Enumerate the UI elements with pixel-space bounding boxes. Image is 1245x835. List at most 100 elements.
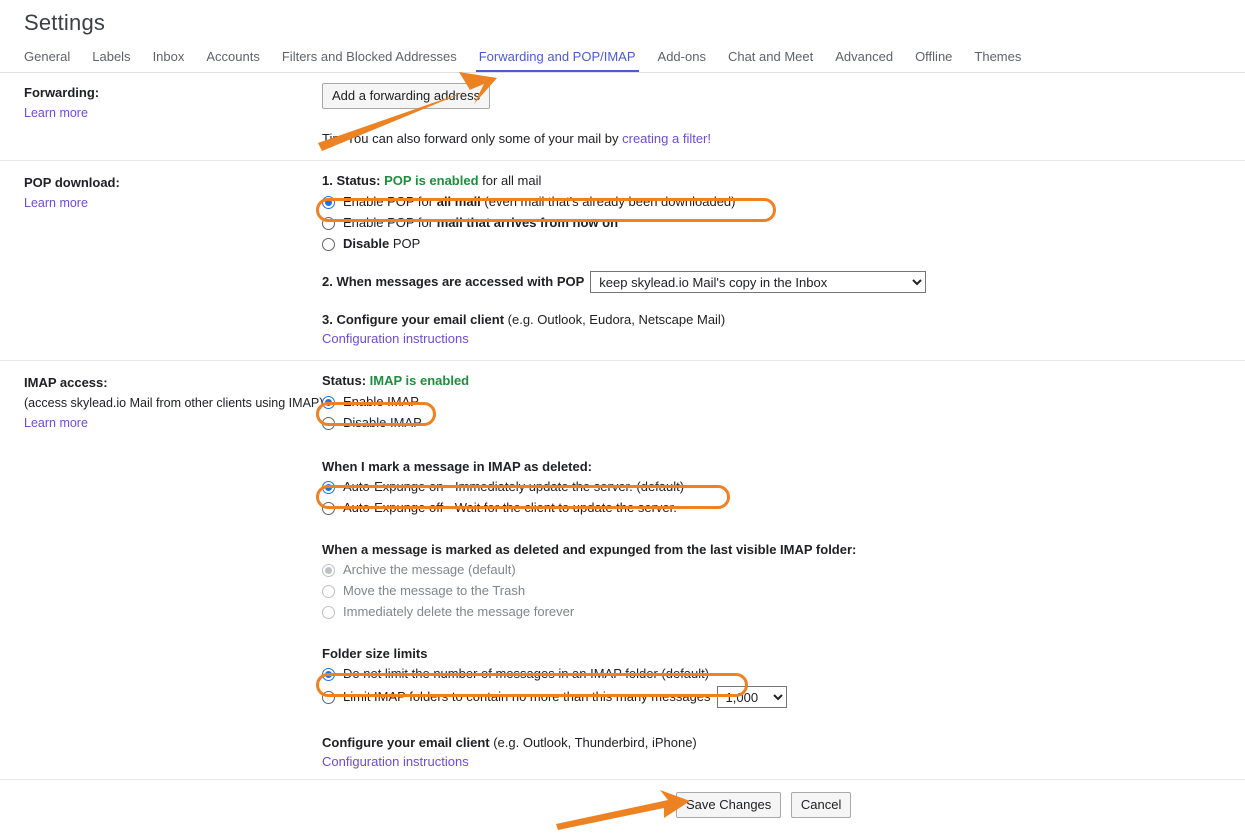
imap-configure-block: Configure your email client (e.g. Outloo… <box>322 735 1221 769</box>
imap-folder-size-heading: Folder size limits <box>322 646 1221 661</box>
imap-option-disable-radio[interactable] <box>322 417 335 430</box>
pop-configuration-instructions-link[interactable]: Configuration instructions <box>322 331 469 346</box>
imap-option-enable-radio[interactable] <box>322 396 335 409</box>
imap-status-prefix: Status: <box>322 373 370 388</box>
pop-status-prefix: 1. Status: <box>322 173 384 188</box>
pop-title: POP download: <box>24 175 322 190</box>
tab-accounts[interactable]: Accounts <box>195 49 270 72</box>
tab-inbox[interactable]: Inbox <box>142 49 196 72</box>
forwarding-title: Forwarding: <box>24 85 322 100</box>
pop-status-line: 1. Status: POP is enabled for all mail <box>322 173 1221 188</box>
pop-learn-more-link[interactable]: Learn more <box>24 196 88 210</box>
imap-option-enable-label: Enable IMAP <box>343 394 419 410</box>
imap-deleted-archive-label: Archive the message (default) <box>343 562 516 578</box>
imap-expunge-off-label: Auto-Expunge off - Wait for the client t… <box>343 500 677 516</box>
imap-deleted-heading: When a message is marked as deleted and … <box>322 542 1221 557</box>
pop-option-all-mail[interactable]: Enable POP for all mail (even mail that'… <box>322 192 1221 212</box>
imap-expunge-on-option[interactable]: Auto-Expunge on - Immediately update the… <box>322 477 1221 497</box>
pop-opt0-pre: Enable POP for <box>343 194 437 209</box>
pop-option-from-now-on[interactable]: Enable POP for mail that arrives from no… <box>322 213 1221 233</box>
tab-labels[interactable]: Labels <box>81 49 141 72</box>
tab-advanced[interactable]: Advanced <box>824 49 904 72</box>
pop-configure-rest: (e.g. Outlook, Eudora, Netscape Mail) <box>504 312 725 327</box>
pop-option-all-mail-label: Enable POP for all mail (even mail that'… <box>343 194 736 210</box>
pop-accessed-select[interactable]: keep skylead.io Mail's copy in the Inbox <box>590 271 926 293</box>
forwarding-body: Add a forwarding address Tip: You can al… <box>322 83 1245 146</box>
imap-folder-limit-option[interactable]: Limit IMAP folders to contain no more th… <box>322 685 1221 709</box>
pop-option-disable-radio[interactable] <box>322 238 335 251</box>
tab-general[interactable]: General <box>24 49 81 72</box>
pop-configure-strong: 3. Configure your email client <box>322 312 504 327</box>
pop-opt1-pre: Enable POP for <box>343 215 437 230</box>
imap-body: Status: IMAP is enabled Enable IMAP Disa… <box>322 373 1245 769</box>
imap-option-disable-label: Disable IMAP <box>343 415 422 431</box>
imap-deleted-archive-option: Archive the message (default) <box>322 560 1221 580</box>
imap-folder-nolimit-radio[interactable] <box>322 668 335 681</box>
imap-folder-limit-select[interactable]: 1,000 <box>717 686 787 708</box>
imap-expunge-off-radio[interactable] <box>322 502 335 515</box>
imap-deleted-forever-label: Immediately delete the message forever <box>343 604 574 620</box>
imap-expunge-on-label: Auto-Expunge on - Immediately update the… <box>343 479 684 495</box>
pop-status-suffix: for all mail <box>479 173 542 188</box>
imap-deleted-trash-radio <box>322 585 335 598</box>
pop-download-section: POP download: Learn more 1. Status: POP … <box>0 161 1245 361</box>
imap-folder-limit-label: Limit IMAP folders to contain no more th… <box>343 689 711 705</box>
save-changes-button[interactable]: Save Changes <box>676 792 781 818</box>
pop-option-from-now-on-label: Enable POP for mail that arrives from no… <box>343 215 618 231</box>
tab-filters-and-blocked-addresses[interactable]: Filters and Blocked Addresses <box>271 49 468 72</box>
tab-chat-and-meet[interactable]: Chat and Meet <box>717 49 824 72</box>
page-title: Settings <box>0 0 1245 36</box>
imap-sub-label: (access skylead.io Mail from other clien… <box>24 396 322 410</box>
imap-configure-line: Configure your email client (e.g. Outloo… <box>322 735 1221 750</box>
imap-folder-nolimit-label: Do not limit the number of messages in a… <box>343 666 709 682</box>
imap-deleted-trash-option: Move the message to the Trash <box>322 581 1221 601</box>
pop-option-all-mail-radio[interactable] <box>322 196 335 209</box>
imap-configuration-instructions-link[interactable]: Configuration instructions <box>322 754 469 769</box>
pop-label-column: POP download: Learn more <box>0 173 322 346</box>
forwarding-section: Forwarding: Learn more Add a forwarding … <box>0 73 1245 161</box>
imap-status-value: IMAP is enabled <box>370 373 469 388</box>
pop-option-disable[interactable]: Disable POP <box>322 234 1221 254</box>
pop-accessed-row: 2. When messages are accessed with POP k… <box>322 271 1221 293</box>
imap-option-disable[interactable]: Disable IMAP <box>322 413 1221 433</box>
forwarding-tip-text: Tip: You can also forward only some of y… <box>322 131 622 146</box>
pop-opt2-strong: Disable <box>343 236 389 251</box>
pop-configure-block: 3. Configure your email client (e.g. Out… <box>322 312 1221 346</box>
tab-forwarding-and-pop-imap[interactable]: Forwarding and POP/IMAP <box>468 49 647 72</box>
imap-configure-rest: (e.g. Outlook, Thunderbird, iPhone) <box>490 735 697 750</box>
forwarding-learn-more-link[interactable]: Learn more <box>24 106 88 120</box>
imap-expunge-heading: When I mark a message in IMAP as deleted… <box>322 459 1221 474</box>
settings-tab-bar: General Labels Inbox Accounts Filters an… <box>0 36 1245 73</box>
tab-offline[interactable]: Offline <box>904 49 963 72</box>
imap-configure-strong: Configure your email client <box>322 735 490 750</box>
forwarding-label-column: Forwarding: Learn more <box>0 83 322 146</box>
add-forwarding-address-button[interactable]: Add a forwarding address <box>322 83 490 109</box>
pop-status-value: POP is enabled <box>384 173 478 188</box>
imap-deleted-forever-radio <box>322 606 335 619</box>
imap-deleted-trash-label: Move the message to the Trash <box>343 583 525 599</box>
imap-folder-limit-radio[interactable] <box>322 691 335 704</box>
footer-actions: Save Changes Cancel <box>0 780 1245 818</box>
imap-access-section: IMAP access: (access skylead.io Mail fro… <box>0 361 1245 780</box>
pop-option-from-now-on-radio[interactable] <box>322 217 335 230</box>
tab-add-ons[interactable]: Add-ons <box>647 49 717 72</box>
pop-opt2-post: POP <box>389 236 420 251</box>
imap-option-enable[interactable]: Enable IMAP <box>322 392 1221 412</box>
forwarding-tip: Tip: You can also forward only some of y… <box>322 131 1221 146</box>
imap-deleted-archive-radio <box>322 564 335 577</box>
imap-expunge-on-radio[interactable] <box>322 481 335 494</box>
imap-folder-nolimit-option[interactable]: Do not limit the number of messages in a… <box>322 664 1221 684</box>
pop-opt0-post: (even mail that's already been downloade… <box>481 194 736 209</box>
imap-title: IMAP access: <box>24 375 322 390</box>
creating-a-filter-link[interactable]: creating a filter! <box>622 131 711 146</box>
cancel-button[interactable]: Cancel <box>791 792 851 818</box>
imap-status-line: Status: IMAP is enabled <box>322 373 1221 388</box>
imap-label-column: IMAP access: (access skylead.io Mail fro… <box>0 373 322 769</box>
pop-opt0-strong: all mail <box>437 194 481 209</box>
imap-expunge-off-option[interactable]: Auto-Expunge off - Wait for the client t… <box>322 498 1221 518</box>
imap-learn-more-link[interactable]: Learn more <box>24 416 88 430</box>
pop-opt1-strong: mail that arrives from now on <box>437 215 618 230</box>
imap-deleted-forever-option: Immediately delete the message forever <box>322 602 1221 622</box>
pop-accessed-label: 2. When messages are accessed with POP <box>322 274 584 289</box>
tab-themes[interactable]: Themes <box>963 49 1032 72</box>
